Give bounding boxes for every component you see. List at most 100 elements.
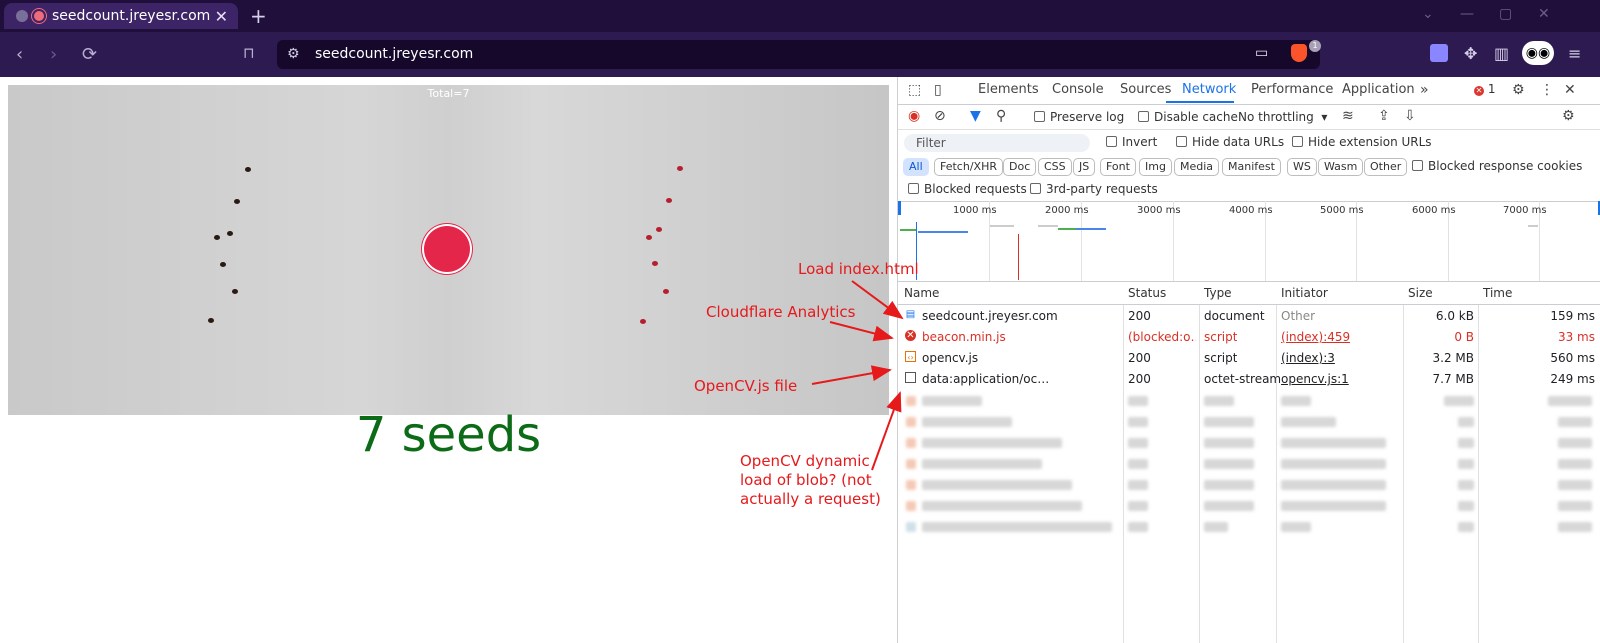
annotation-opencv-file: OpenCV.js file bbox=[694, 377, 798, 395]
preserve-log-checkbox[interactable]: Preserve log bbox=[1034, 110, 1124, 124]
timeline-handle-left[interactable] bbox=[898, 201, 901, 215]
header-size[interactable]: Size bbox=[1408, 286, 1433, 300]
blurred-cell bbox=[922, 522, 1112, 532]
table-row[interactable]: ‹› opencv.js 200 script (index):3 3.2 MB… bbox=[898, 348, 1600, 369]
type-filter-img[interactable]: Img bbox=[1139, 158, 1172, 176]
blocked-requests-checkbox[interactable]: Blocked requests bbox=[908, 182, 1027, 196]
request-initiator-link[interactable]: (index):3 bbox=[1281, 351, 1335, 365]
tab-search-icon[interactable]: ⌄ bbox=[1422, 6, 1434, 22]
network-conditions-icon[interactable]: ≋ bbox=[1342, 108, 1354, 124]
hide-data-urls-checkbox[interactable]: Hide data URLs bbox=[1176, 135, 1284, 149]
type-filter-all[interactable]: All bbox=[903, 158, 929, 176]
import-har-icon[interactable]: ⇪ bbox=[1378, 108, 1390, 124]
clear-icon[interactable]: ⊘ bbox=[934, 108, 946, 124]
type-filter-css[interactable]: CSS bbox=[1038, 158, 1072, 176]
third-party-requests-checkbox[interactable]: 3rd-party requests bbox=[1030, 182, 1158, 196]
request-bar bbox=[990, 225, 1014, 227]
record-button[interactable] bbox=[424, 226, 470, 272]
header-status[interactable]: Status bbox=[1128, 286, 1166, 300]
more-tabs-icon[interactable]: » bbox=[1420, 82, 1429, 98]
blurred-cell bbox=[1281, 480, 1386, 490]
address-bar[interactable]: ⚙ seedcount.jreyesr.com ▭ 1 bbox=[277, 40, 1321, 69]
new-tab-button[interactable]: + bbox=[250, 4, 267, 28]
seed-dot bbox=[666, 198, 672, 203]
type-filter-media[interactable]: Media bbox=[1174, 158, 1220, 176]
tab-console[interactable]: Console bbox=[1052, 82, 1104, 97]
type-filter-ws[interactable]: WS bbox=[1287, 158, 1317, 176]
forward-icon[interactable]: › bbox=[50, 44, 57, 65]
header-time[interactable]: Time bbox=[1483, 286, 1512, 300]
seed-dot bbox=[677, 166, 683, 171]
network-overview-timeline[interactable]: 1000 ms 2000 ms 3000 ms 4000 ms 5000 ms … bbox=[898, 201, 1600, 282]
inspect-element-icon[interactable]: ⬚ bbox=[908, 82, 921, 98]
blocked-response-cookies-checkbox[interactable]: Blocked response cookies bbox=[1412, 159, 1582, 173]
type-filter-wasm[interactable]: Wasm bbox=[1318, 158, 1364, 176]
request-bar bbox=[918, 231, 968, 233]
invert-checkbox[interactable]: Invert bbox=[1106, 135, 1157, 149]
type-filter-manifest[interactable]: Manifest bbox=[1222, 158, 1281, 176]
seed-dot bbox=[232, 289, 238, 294]
tab-application[interactable]: Application bbox=[1342, 82, 1415, 97]
settings-icon[interactable]: ⚙ bbox=[1512, 82, 1525, 98]
request-name: opencv.js bbox=[922, 351, 979, 365]
minimize-button[interactable]: — bbox=[1460, 6, 1474, 22]
request-status: 200 bbox=[1128, 351, 1151, 365]
disable-cache-checkbox[interactable]: Disable cache bbox=[1138, 110, 1238, 124]
site-settings-icon[interactable]: ⚙ bbox=[287, 46, 300, 62]
tab-elements[interactable]: Elements bbox=[978, 82, 1039, 97]
close-window-button[interactable]: ✕ bbox=[1538, 6, 1550, 22]
extra-filter-row: Blocked requests 3rd-party requests bbox=[898, 179, 1600, 202]
browser-tab[interactable]: seedcount.jreyesr.com ✕ bbox=[4, 3, 238, 29]
type-filter-doc[interactable]: Doc bbox=[1003, 158, 1037, 176]
filter-icon[interactable]: ▼ bbox=[970, 108, 981, 124]
error-counter[interactable]: ✕ 1 bbox=[1474, 82, 1495, 96]
type-filter-other[interactable]: Other bbox=[1364, 158, 1408, 176]
error-icon: ✕ bbox=[1474, 86, 1484, 96]
request-initiator-link[interactable]: opencv.js:1 bbox=[1281, 372, 1349, 386]
bookmark-icon[interactable]: ⊓ bbox=[243, 44, 255, 62]
search-icon[interactable]: ⚲ bbox=[996, 108, 1006, 124]
device-toolbar-icon[interactable]: ▯ bbox=[934, 82, 942, 98]
seed-dot bbox=[640, 319, 646, 324]
hide-extension-urls-checkbox[interactable]: Hide extension URLs bbox=[1292, 135, 1432, 149]
network-settings-icon[interactable]: ⚙ bbox=[1562, 108, 1575, 124]
kebab-menu-icon[interactable]: ⋮ bbox=[1540, 82, 1554, 98]
table-row[interactable]: ▤ seedcount.jreyesr.com 200 document Oth… bbox=[898, 306, 1600, 327]
tab-sources[interactable]: Sources bbox=[1120, 82, 1171, 97]
close-devtools-icon[interactable]: ✕ bbox=[1564, 82, 1576, 98]
stop-recording-icon[interactable]: ◉ bbox=[908, 108, 920, 124]
type-filter-font[interactable]: Font bbox=[1100, 158, 1136, 176]
type-filter-js[interactable]: JS bbox=[1073, 158, 1096, 176]
page-content: Total=7 7 seeds bbox=[0, 77, 897, 643]
request-name: data:application/oc… bbox=[922, 372, 1050, 386]
export-har-icon[interactable]: ⇩ bbox=[1404, 108, 1416, 124]
request-initiator-link[interactable]: (index):459 bbox=[1281, 330, 1350, 344]
close-tab-icon[interactable]: ✕ bbox=[215, 7, 228, 26]
request-name: seedcount.jreyesr.com bbox=[922, 309, 1058, 323]
reload-icon[interactable]: ⟳ bbox=[82, 44, 97, 65]
camera-icon[interactable]: ▭ bbox=[1255, 45, 1268, 61]
request-status: 200 bbox=[1128, 309, 1151, 323]
table-row[interactable]: ✕ beacon.min.js (blocked:o… script (inde… bbox=[898, 327, 1600, 348]
seed-dot bbox=[646, 235, 652, 240]
back-icon[interactable]: ‹ bbox=[16, 44, 23, 65]
tab-performance[interactable]: Performance bbox=[1251, 82, 1333, 97]
throttling-select[interactable]: No throttling ▾ bbox=[1238, 110, 1327, 124]
type-filter-fetch[interactable]: Fetch/XHR bbox=[934, 158, 1003, 176]
blurred-cell bbox=[1558, 480, 1592, 490]
brave-shields-icon[interactable] bbox=[1291, 44, 1307, 62]
header-initiator[interactable]: Initiator bbox=[1281, 286, 1328, 300]
menu-icon[interactable]: ≡ bbox=[1568, 44, 1581, 63]
header-name[interactable]: Name bbox=[904, 286, 939, 300]
private-glasses-icon[interactable]: ◉◉ bbox=[1522, 41, 1554, 65]
maximize-button[interactable]: ▢ bbox=[1499, 6, 1512, 22]
tab-network[interactable]: Network bbox=[1182, 82, 1236, 97]
sidebar-icon[interactable]: ▥ bbox=[1494, 44, 1509, 63]
vpn-extension-icon[interactable] bbox=[1430, 44, 1448, 62]
request-bar bbox=[1528, 225, 1538, 227]
table-row[interactable]: data:application/oc… 200 octet-stream op… bbox=[898, 369, 1600, 390]
puzzle-extensions-icon[interactable]: ✥ bbox=[1464, 44, 1477, 63]
header-type[interactable]: Type bbox=[1204, 286, 1232, 300]
filter-input[interactable]: Filter bbox=[904, 134, 1090, 152]
request-status: 200 bbox=[1128, 372, 1151, 386]
